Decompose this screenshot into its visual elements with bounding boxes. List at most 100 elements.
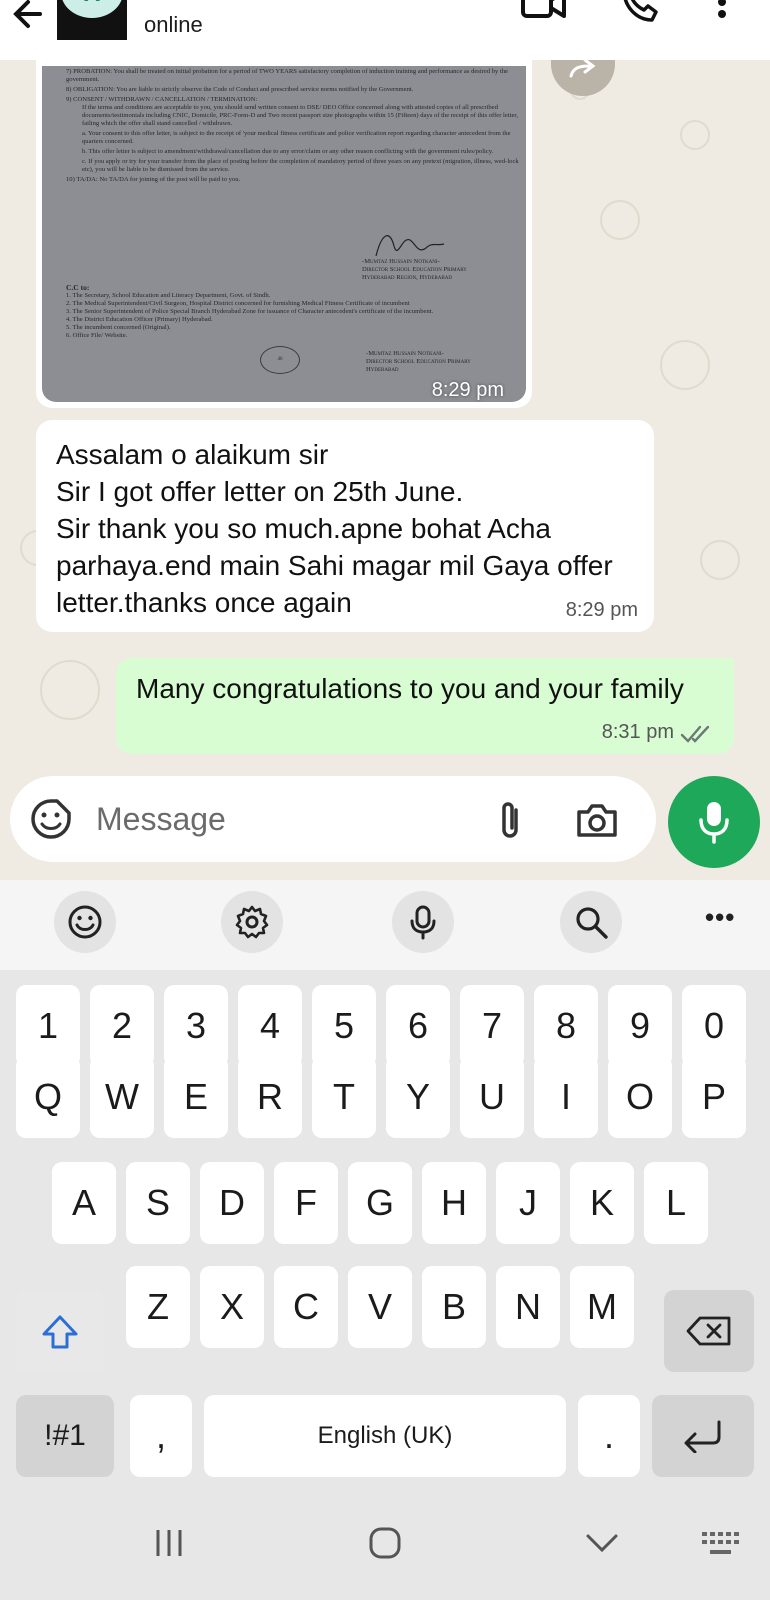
recent-apps-icon[interactable] (152, 1528, 186, 1558)
keyboard-toolbar: ••• (0, 880, 770, 970)
key-u[interactable]: U (460, 1056, 524, 1138)
cc-line: 5. The incumbent concerned (Original). (66, 324, 171, 331)
forward-button[interactable] (551, 60, 615, 96)
message-text: Assalam o alaikum sir Sir I got offer le… (56, 439, 613, 618)
key-s[interactable]: S (126, 1162, 190, 1244)
keyboard: ••• !#1 , English (UK) . 1234567890 QWERT… (0, 880, 770, 1600)
key-5[interactable]: 5 (312, 985, 376, 1067)
attachment-icon[interactable] (494, 800, 526, 842)
key-l[interactable]: L (644, 1162, 708, 1244)
key-1[interactable]: 1 (16, 985, 80, 1067)
key-n[interactable]: N (496, 1266, 560, 1348)
cc-line: 6. Office File/ Website. (66, 332, 128, 339)
emoji-icon (68, 905, 102, 939)
camera-icon[interactable] (576, 802, 618, 838)
key-0[interactable]: 0 (682, 985, 746, 1067)
backspace-key[interactable] (664, 1290, 754, 1372)
key-7[interactable]: 7 (460, 985, 524, 1067)
signature-block: -Mumtaz Hussain Notkani- Director School… (362, 258, 467, 281)
chat-area[interactable]: 7) PROBATION: You shall be treated on in… (0, 60, 770, 880)
emoji-button[interactable] (54, 891, 116, 953)
comma-key[interactable]: , (130, 1395, 192, 1477)
enter-arrow-icon (684, 1420, 721, 1454)
cc-line: 4. The District Education Officer (Prima… (66, 316, 213, 323)
key-8[interactable]: 8 (534, 985, 598, 1067)
key-i[interactable]: I (534, 1056, 598, 1138)
key-3[interactable]: 3 (164, 985, 228, 1067)
message-input[interactable] (96, 796, 476, 842)
home-icon[interactable] (368, 1526, 402, 1560)
system-nav-bar (0, 1510, 770, 1600)
settings-button[interactable] (221, 891, 283, 953)
key-y[interactable]: Y (386, 1056, 450, 1138)
stamp-circle: 46 (260, 346, 300, 374)
cc-line: 2. The Medical Superintendent/Civil Surg… (66, 300, 410, 307)
key-4[interactable]: 4 (238, 985, 302, 1067)
signature-block-2: -Mumtaz Hussain Notkani- Director School… (366, 350, 471, 373)
key-g[interactable]: G (348, 1162, 412, 1244)
key-p[interactable]: P (682, 1056, 746, 1138)
voice-record-button[interactable] (668, 776, 760, 868)
key-z[interactable]: Z (126, 1266, 190, 1348)
chat-header: H online (0, 0, 770, 60)
key-h[interactable]: H (422, 1162, 486, 1244)
voice-input-button[interactable] (392, 891, 454, 953)
keyboard-switch-icon[interactable] (700, 1530, 742, 1558)
video-call-icon[interactable] (520, 0, 568, 20)
incoming-message[interactable]: Assalam o alaikum sir Sir I got offer le… (36, 420, 654, 632)
key-j[interactable]: J (496, 1162, 560, 1244)
message-time: 8:29 pm (431, 379, 504, 401)
gear-icon (235, 905, 269, 939)
key-w[interactable]: W (90, 1056, 154, 1138)
key-6[interactable]: 6 (386, 985, 450, 1067)
key-m[interactable]: M (570, 1266, 634, 1348)
search-icon (576, 907, 608, 939)
key-2[interactable]: 2 (90, 985, 154, 1067)
cc-line: 1. The Secretary, School Education and L… (66, 292, 271, 299)
message-text: Many congratulations to you and your fam… (136, 673, 684, 704)
symbols-key[interactable]: !#1 (16, 1395, 114, 1477)
message-composer (10, 776, 656, 862)
key-q[interactable]: Q (16, 1056, 80, 1138)
enter-key[interactable] (652, 1395, 754, 1477)
key-t[interactable]: T (312, 1056, 376, 1138)
contact-status: online (144, 12, 203, 37)
forward-icon (569, 60, 596, 78)
more-options-icon[interactable]: ••• (705, 902, 735, 933)
search-button[interactable] (560, 891, 622, 953)
letter-line: b. This offer letter is subject to amend… (82, 148, 494, 155)
key-e[interactable]: E (164, 1056, 228, 1138)
outgoing-message[interactable]: Many congratulations to you and your fam… (116, 658, 734, 754)
key-r[interactable]: R (238, 1056, 302, 1138)
key-c[interactable]: C (274, 1266, 338, 1348)
period-key[interactable]: . (578, 1395, 640, 1477)
sticker-emoji-icon[interactable] (30, 798, 72, 840)
hide-keyboard-icon[interactable] (584, 1532, 620, 1554)
shift-key[interactable] (16, 1290, 104, 1372)
image-message[interactable]: 7) PROBATION: You shall be treated on in… (36, 60, 532, 408)
letter-line: a. Your consent to this offer letter, is… (82, 130, 511, 145)
key-v[interactable]: V (348, 1266, 412, 1348)
microphone-icon (410, 905, 436, 940)
key-k[interactable]: K (570, 1162, 634, 1244)
key-o[interactable]: O (608, 1056, 672, 1138)
key-x[interactable]: X (200, 1266, 264, 1348)
voice-call-icon[interactable] (618, 0, 662, 24)
letter-line: 8) OBLIGATION: You are liable to strictl… (66, 86, 414, 93)
shift-arrow-icon (42, 1315, 78, 1349)
more-options-icon[interactable] (714, 0, 730, 26)
cc-line: 3. The Senior Superintendent of Police S… (66, 308, 434, 315)
letter-line: 10) TA/DA: No TA/DA for joining of the p… (66, 176, 241, 183)
key-f[interactable]: F (274, 1162, 338, 1244)
key-b[interactable]: B (422, 1266, 486, 1348)
key-9[interactable]: 9 (608, 985, 672, 1067)
key-a[interactable]: A (52, 1162, 116, 1244)
letter-line: 9) CONSENT / WITHDRAWN / CANCELLATION / … (66, 96, 258, 103)
avatar[interactable]: H (57, 0, 127, 40)
back-arrow-icon[interactable] (10, 0, 50, 32)
offer-letter-photo: 7) PROBATION: You shall be treated on in… (42, 66, 526, 402)
message-time: 8:29 pm (565, 599, 638, 621)
space-key[interactable]: English (UK) (204, 1395, 566, 1477)
key-d[interactable]: D (200, 1162, 264, 1244)
letter-line: If the terms and conditions are acceptab… (82, 104, 518, 127)
